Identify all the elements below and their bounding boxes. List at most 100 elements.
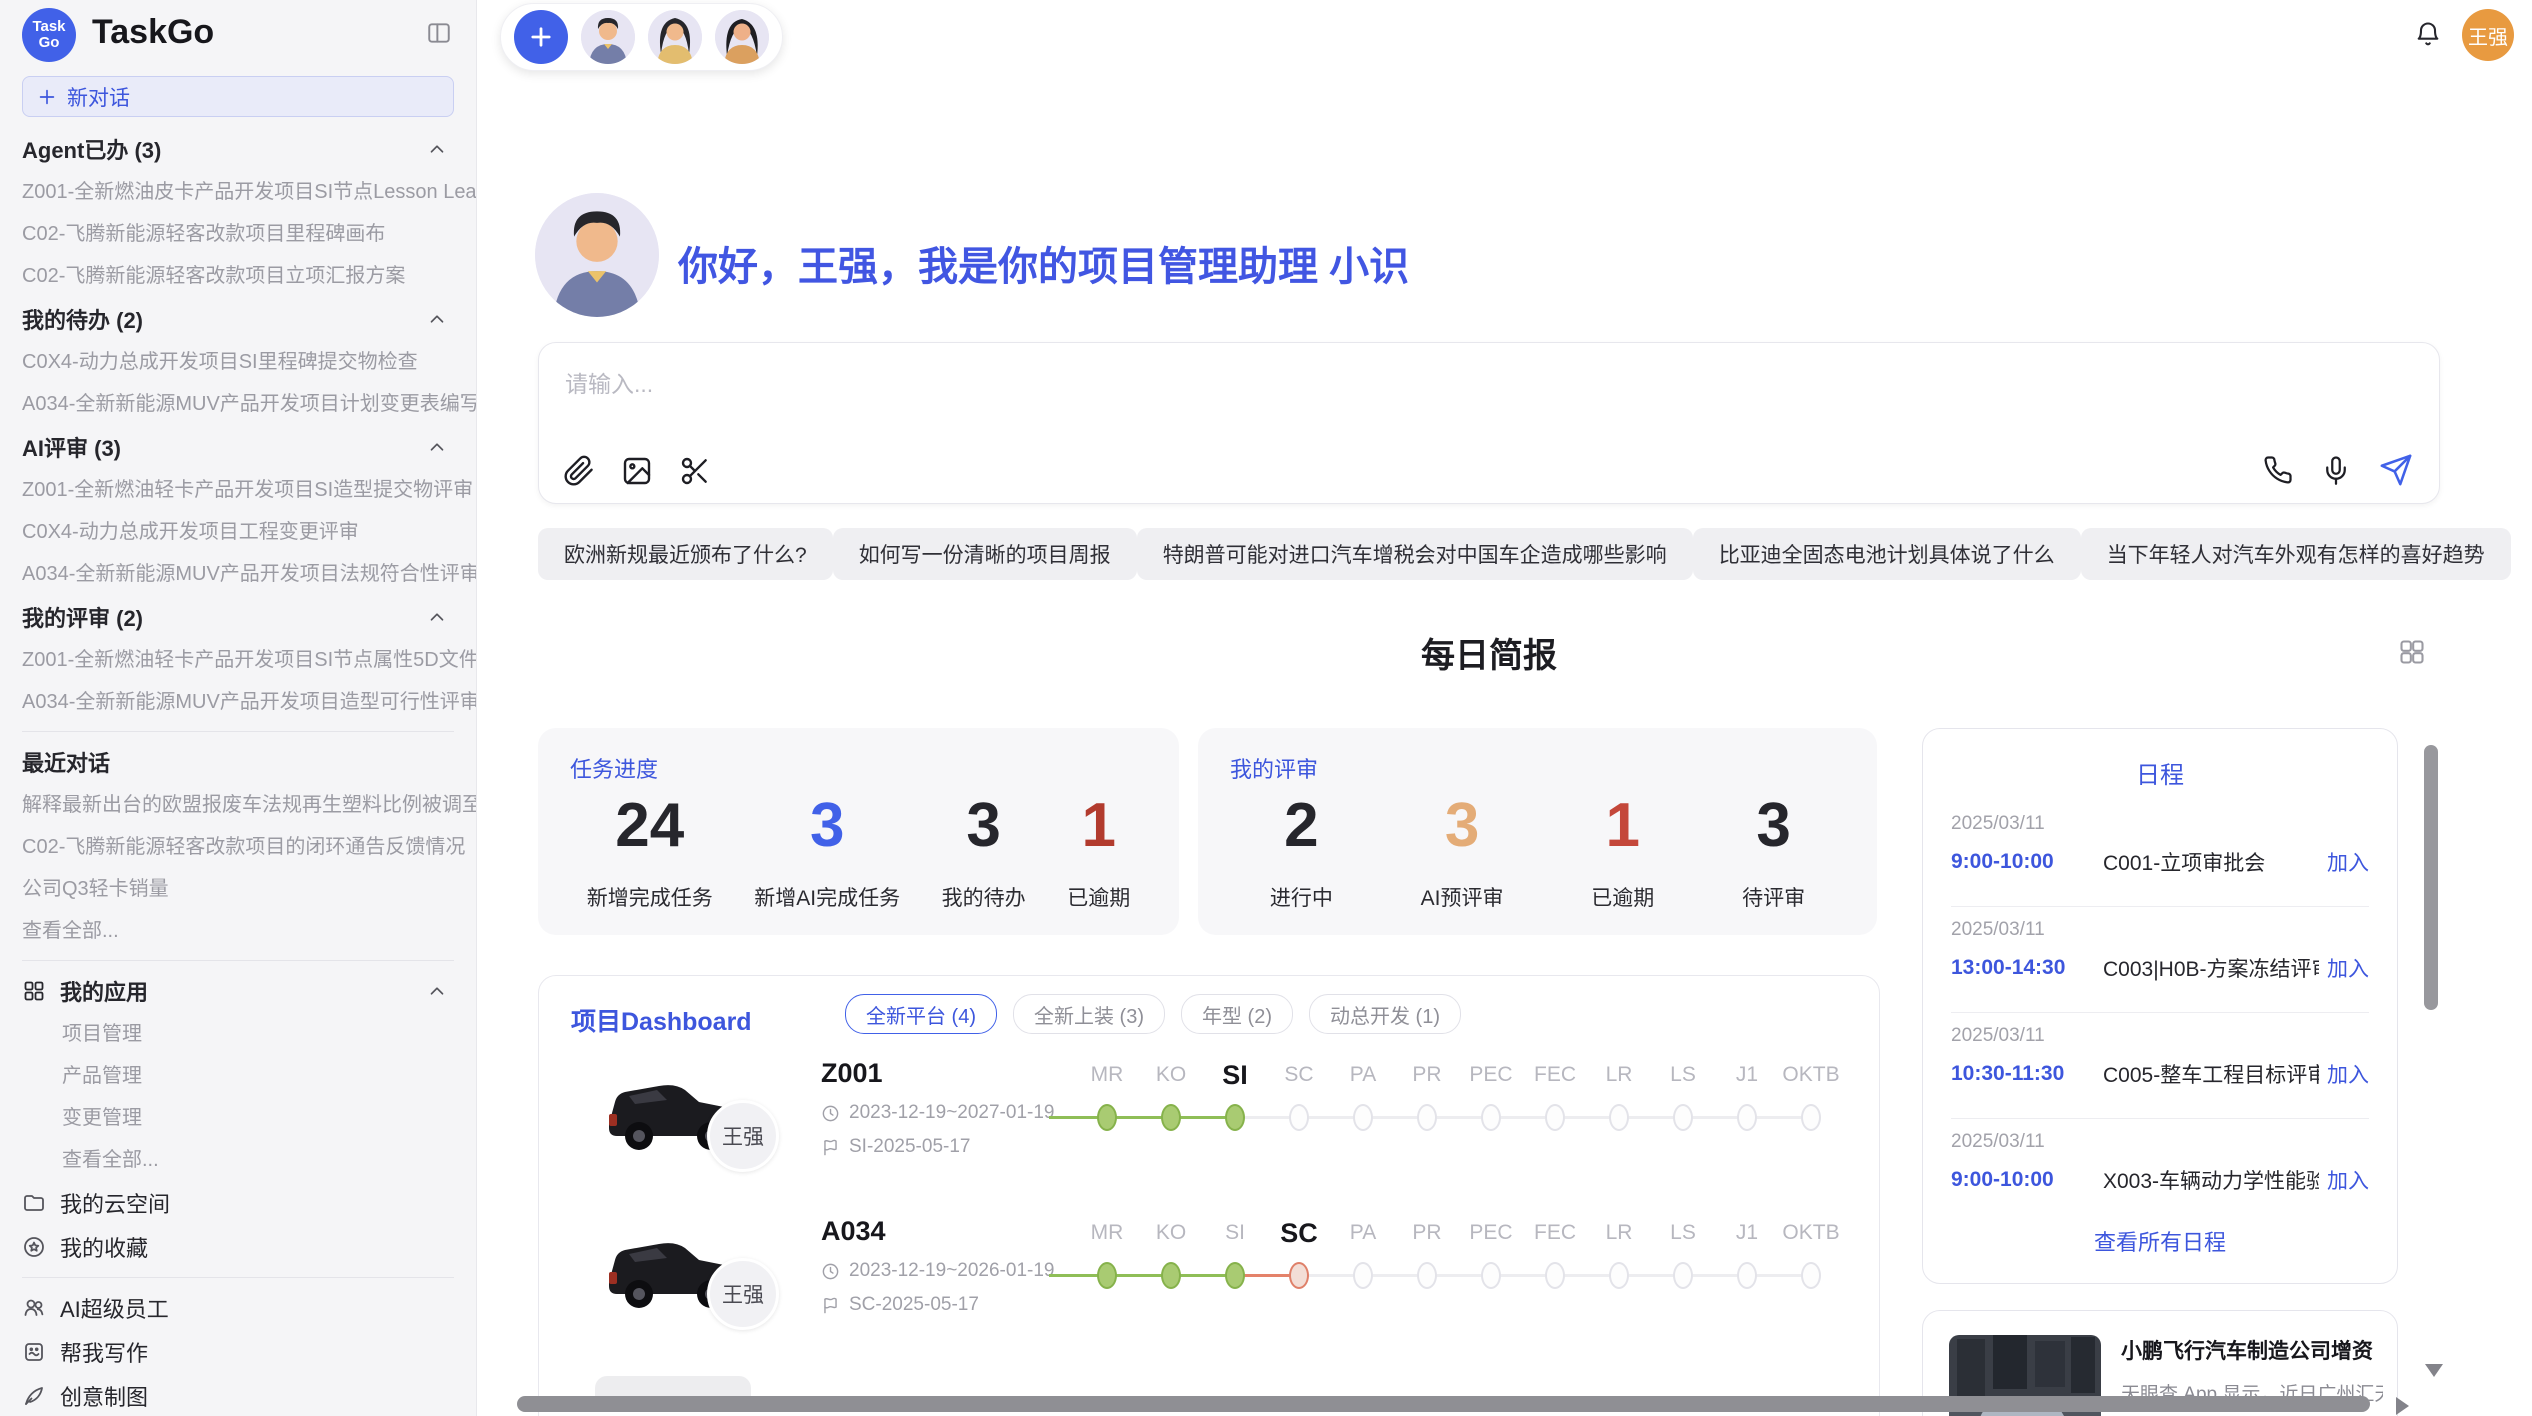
sidebar-item-view-all[interactable]: 查看全部...: [22, 910, 476, 952]
project-next-milestone: SC-2025-05-17: [821, 1294, 979, 1316]
schedule-event: 2025/03/11 9:00-10:00 X003-车辆动力学性能验... 加…: [1951, 1119, 2369, 1224]
microphone-icon[interactable]: [2321, 455, 2351, 485]
tab-new-platform[interactable]: 全新平台 (4): [845, 994, 997, 1034]
voice-call-icon[interactable]: [2263, 455, 2293, 485]
user-avatar[interactable]: 王强: [2462, 9, 2514, 61]
star-badge-icon: [22, 1235, 46, 1259]
sidebar-item[interactable]: C02-飞腾新能源轻客改款项目里程碑画布: [22, 213, 476, 255]
user-avatar-label: 王强: [2468, 21, 2508, 50]
sidebar-group-my-review[interactable]: 我的评审 (2): [22, 595, 476, 639]
sidebar-item-change-mgmt[interactable]: 变更管理: [22, 1097, 476, 1139]
tab-new-body[interactable]: 全新上装 (3): [1013, 994, 1165, 1034]
milestone-node: [1417, 1262, 1437, 1289]
project-dates: 2023-12-19~2027-01-19: [821, 1102, 1054, 1124]
project-code: A034: [821, 1216, 886, 1247]
project-dates: 2023-12-19~2026-01-19: [821, 1260, 1054, 1282]
daily-briefing-title: 每日简报: [538, 628, 2440, 677]
sidebar-item[interactable]: C02-飞腾新能源轻客改款项目立项汇报方案: [22, 255, 476, 297]
send-icon[interactable]: [2379, 453, 2413, 487]
suggestion-chip[interactable]: 欧洲新规最近颁布了什么?: [538, 528, 833, 580]
stat-label: 已逾期: [1067, 882, 1130, 912]
sidebar-item-creative-drawing[interactable]: 创意制图: [22, 1374, 476, 1416]
milestone-node: [1673, 1104, 1693, 1131]
event-name: C001-立项审批会: [2103, 847, 2319, 877]
sidebar-group-ai-review[interactable]: AI评审 (3): [22, 425, 476, 469]
stat-value: 3: [942, 790, 1026, 862]
join-button[interactable]: 加入: [2327, 847, 2369, 877]
sidebar-item[interactable]: A034-全新新能源MUV产品开发项目造型可行性评审: [22, 681, 476, 723]
avatar[interactable]: [715, 10, 769, 64]
sidebar-item-favorites[interactable]: 我的收藏: [22, 1225, 476, 1269]
divider: [22, 731, 454, 732]
sidebar-item-product-mgmt[interactable]: 产品管理: [22, 1055, 476, 1097]
sidebar-item-view-all-apps[interactable]: 查看全部...: [22, 1139, 476, 1181]
view-all-schedule-link[interactable]: 查看所有日程: [1923, 1225, 2397, 1257]
app-logo-line1: Task: [32, 19, 65, 35]
sidebar-item[interactable]: C02-飞腾新能源轻客改款项目的闭环通告反馈情况: [22, 826, 476, 868]
suggestion-chip[interactable]: 特朗普可能对进口汽车增税会对中国车企造成哪些影响: [1137, 528, 1693, 580]
composer-right-tools: [2263, 453, 2413, 487]
sidebar-item[interactable]: 公司Q3轻卡销量: [22, 868, 476, 910]
milestone-label-current: SC: [1267, 1212, 1331, 1254]
suggestion-chip[interactable]: 如何写一份清晰的项目周报: [833, 528, 1137, 580]
chat-input[interactable]: [539, 343, 2439, 437]
sidebar-item[interactable]: C0X4-动力总成开发项目SI里程碑提交物检查: [22, 341, 476, 383]
horizontal-scrollbar[interactable]: [517, 1396, 2370, 1412]
sidebar-group-my-apps[interactable]: 我的应用: [22, 969, 476, 1013]
sidebar-collapse-icon[interactable]: [426, 20, 452, 46]
stat: 3 待评审: [1742, 790, 1805, 912]
sidebar-group-agent-done[interactable]: Agent已办 (3): [22, 127, 476, 171]
scroll-right-arrow[interactable]: [2396, 1397, 2409, 1415]
my-review-card: 我的评审 2 进行中 3 AI预评审 1 已逾期 3 待评审: [1198, 728, 1877, 935]
join-button[interactable]: 加入: [2327, 1165, 2369, 1195]
attachment-icon[interactable]: [563, 455, 595, 487]
scroll-down-arrow[interactable]: [2425, 1364, 2443, 1377]
layout-grid-icon[interactable]: [2398, 638, 2426, 666]
milestone-label: FEC: [1523, 1054, 1587, 1096]
event-date: 2025/03/11: [1951, 1131, 2045, 1153]
milestone-label: SC: [1267, 1054, 1331, 1096]
event-date: 2025/03/11: [1951, 919, 2045, 941]
group-title: 我的应用: [60, 975, 148, 1007]
group-title: Agent已办 (3): [22, 133, 161, 165]
sidebar-item-project-mgmt[interactable]: 项目管理: [22, 1013, 476, 1055]
milestone-node: [1481, 1262, 1501, 1289]
sidebar-item[interactable]: C0X4-动力总成开发项目工程变更评审: [22, 511, 476, 553]
suggestion-chip[interactable]: 当下年轻人对汽车外观有怎样的喜好趋势: [2081, 528, 2511, 580]
tab-powertrain[interactable]: 动总开发 (1): [1309, 994, 1461, 1034]
project-row[interactable]: 王强 Z001 2023-12-19~2027-01-19 SI-2025-05…: [595, 1054, 1875, 1204]
sidebar-item[interactable]: 解释最新出台的欧盟报废车法规再生塑料比例被调至15%...: [22, 784, 476, 826]
sidebar-item[interactable]: A034-全新新能源MUV产品开发项目计划变更表编写: [22, 383, 476, 425]
dashboard-title: 项目Dashboard: [571, 1002, 752, 1038]
vertical-scrollbar[interactable]: [2424, 745, 2438, 1010]
milestone-track: MR KO SI SC PA PR PEC FEC LR LS J1 OKTB: [1075, 1212, 1843, 1289]
sidebar-item[interactable]: Z001-全新燃油轻卡产品开发项目SI节点属性5D文件评审: [22, 639, 476, 681]
sidebar-item-ai-super-staff[interactable]: AI超级员工: [22, 1286, 476, 1330]
milestone-label: PA: [1331, 1054, 1395, 1096]
join-button[interactable]: 加入: [2327, 1059, 2369, 1089]
tab-model-year[interactable]: 年型 (2): [1181, 994, 1293, 1034]
greeting-text: 你好，王强，我是你的项目管理助理 小识: [678, 234, 1409, 292]
milestone-node: [1801, 1262, 1821, 1289]
image-upload-icon[interactable]: [621, 455, 653, 487]
flag-icon: [821, 1296, 840, 1315]
sidebar-item-help-me-write[interactable]: 帮我写作: [22, 1330, 476, 1374]
chevron-up-icon: [426, 138, 448, 160]
project-row[interactable]: 王强 A034 2023-12-19~2026-01-19 SC-2025-05…: [595, 1212, 1875, 1362]
avatar[interactable]: [581, 10, 635, 64]
join-button[interactable]: 加入: [2327, 953, 2369, 983]
suggestion-chip[interactable]: 比亚迪全固态电池计划具体说了什么: [1693, 528, 2081, 580]
new-chat-button[interactable]: 新对话: [22, 76, 454, 117]
milestone-label: J1: [1715, 1054, 1779, 1096]
add-session-button[interactable]: [514, 10, 568, 64]
event-name: C003|H0B-方案冻结评审: [2103, 953, 2319, 983]
sidebar-item[interactable]: Z001-全新燃油轻卡产品开发项目SI造型提交物评审: [22, 469, 476, 511]
milestone-node: [1545, 1262, 1565, 1289]
screenshot-scissors-icon[interactable]: [679, 455, 711, 487]
sidebar-item[interactable]: A034-全新新能源MUV产品开发项目法规符合性评审: [22, 553, 476, 595]
sidebar-group-my-todo[interactable]: 我的待办 (2): [22, 297, 476, 341]
sidebar-item-cloud-space[interactable]: 我的云空间: [22, 1181, 476, 1225]
notification-bell-icon[interactable]: [2414, 20, 2442, 48]
avatar[interactable]: [648, 10, 702, 64]
sidebar-item[interactable]: Z001-全新燃油皮卡产品开发项目SI节点Lesson Learn报告: [22, 171, 476, 213]
